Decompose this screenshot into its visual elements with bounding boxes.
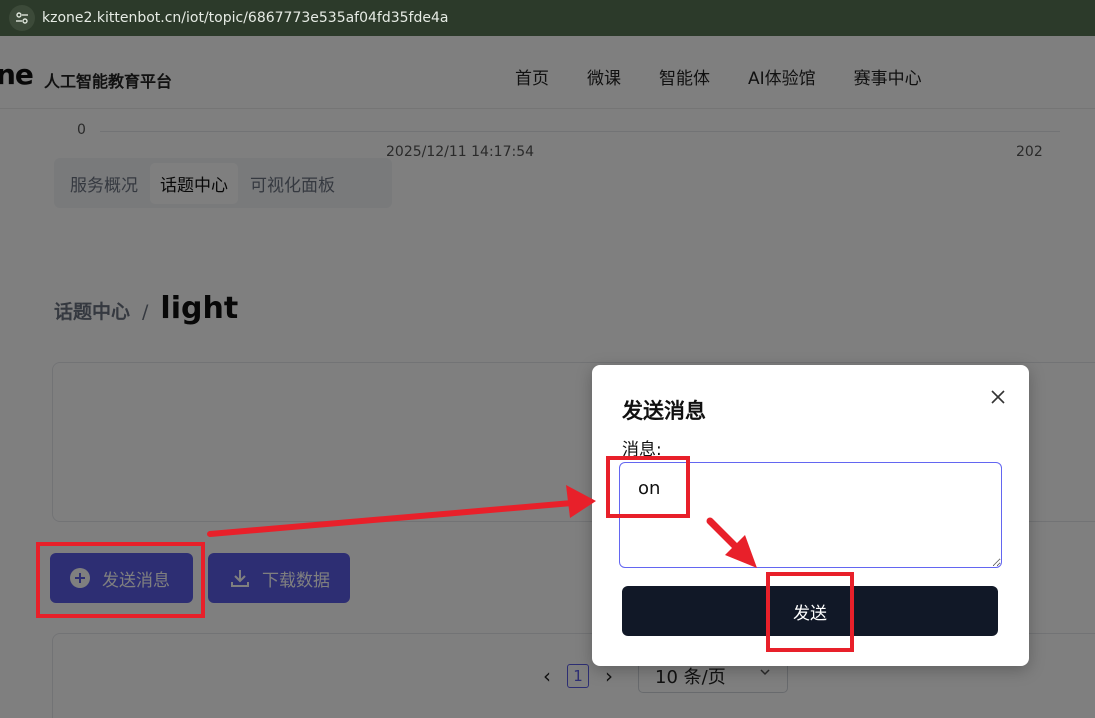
- dialog-title: 发送消息: [622, 399, 706, 423]
- browser-address-bar: kzone2.kittenbot.cn/iot/topic/6867773e53…: [0, 0, 1095, 36]
- annotation-box-message-input: [606, 456, 690, 518]
- close-icon[interactable]: [988, 387, 1008, 407]
- annotation-box-send-message: [36, 542, 205, 618]
- site-info-icon[interactable]: [9, 5, 35, 31]
- url-text[interactable]: kzone2.kittenbot.cn/iot/topic/6867773e53…: [42, 10, 448, 26]
- annotation-box-send-button: [766, 572, 854, 652]
